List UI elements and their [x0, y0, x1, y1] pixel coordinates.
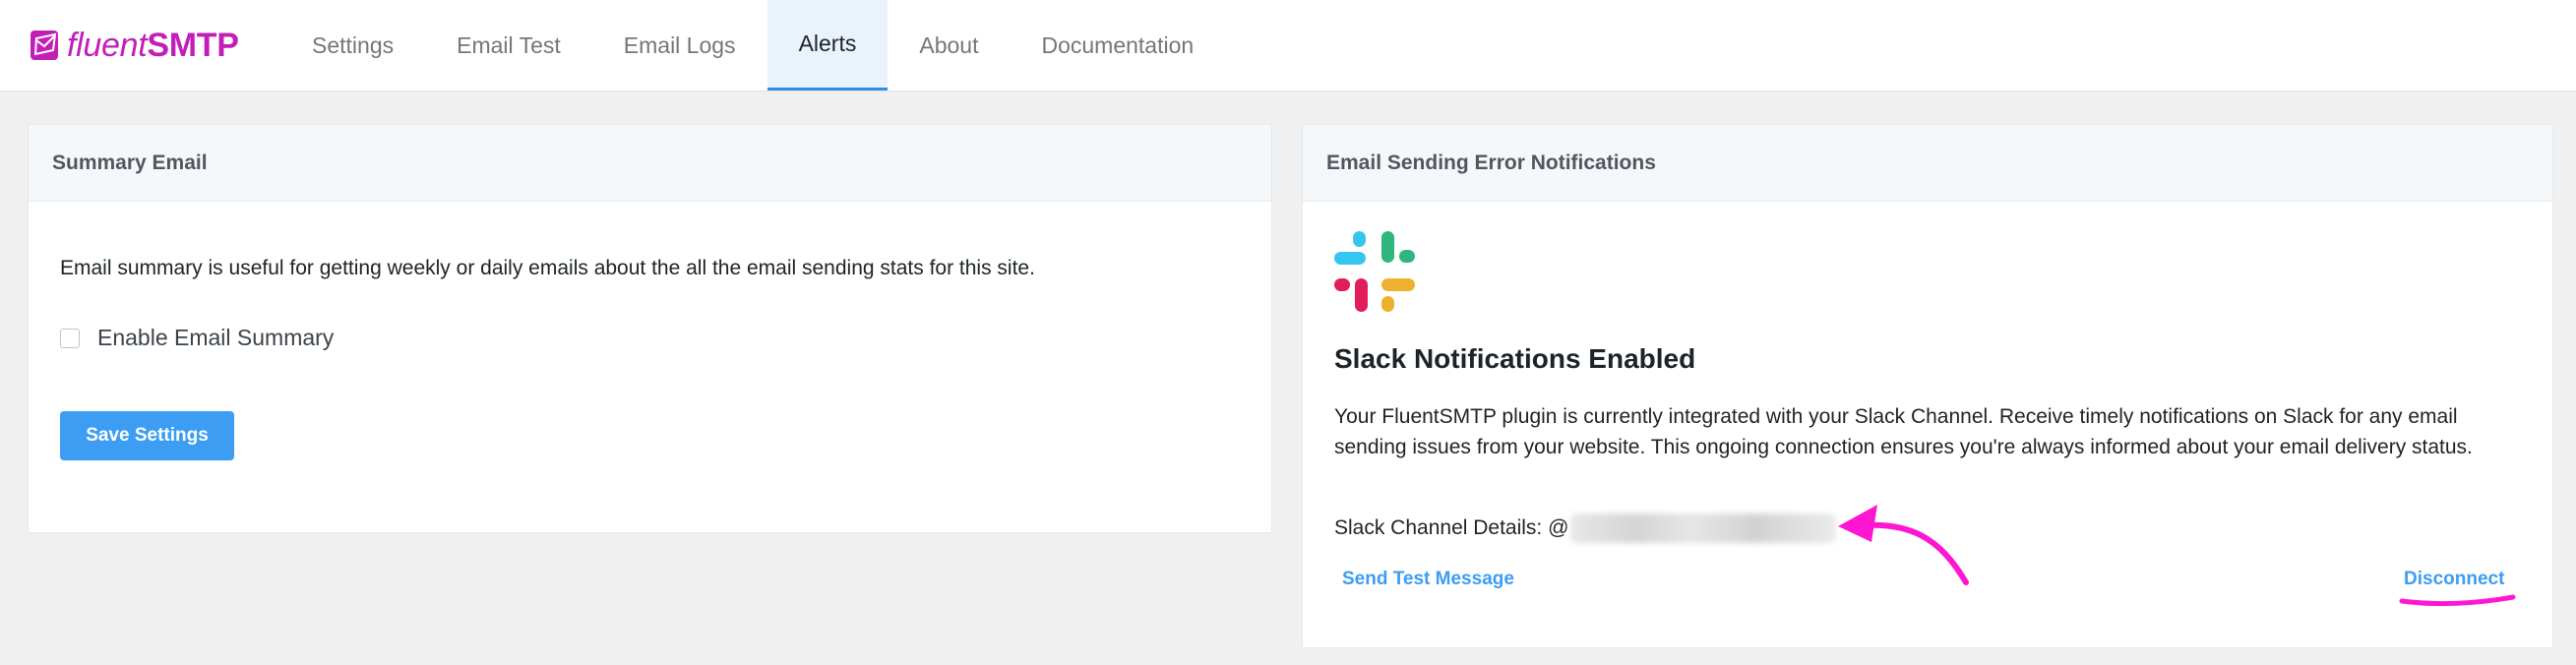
channel-details-label: Slack Channel Details: @ — [1334, 516, 1569, 539]
enable-summary-label[interactable]: Enable Email Summary — [97, 325, 334, 351]
redacted-channel-name — [1570, 514, 1837, 543]
tab-email-logs[interactable]: Email Logs — [592, 0, 767, 91]
brand-name: fluentSMTP — [67, 27, 239, 64]
summary-email-panel: Summary Email Email summary is useful fo… — [28, 124, 1272, 533]
save-settings-button[interactable]: Save Settings — [60, 411, 234, 460]
slack-status-heading: Slack Notifications Enabled — [1334, 343, 1696, 374]
slack-logo-icon — [1334, 231, 1415, 312]
tab-bar: Settings Email Test Email Logs Alerts Ab… — [280, 0, 1225, 91]
enable-summary-row[interactable]: Enable Email Summary — [60, 325, 334, 351]
envelope-logo-icon — [31, 30, 58, 60]
tab-documentation[interactable]: Documentation — [1010, 0, 1225, 91]
summary-description: Email summary is useful for getting week… — [60, 257, 1035, 279]
summary-panel-title: Summary Email — [29, 125, 1271, 202]
tab-alerts[interactable]: Alerts — [767, 0, 889, 91]
error-notifications-panel: Email Sending Error Notifications Slack … — [1302, 124, 2553, 648]
send-test-message-link[interactable]: Send Test Message — [1342, 569, 1514, 590]
tab-email-test[interactable]: Email Test — [425, 0, 592, 91]
tab-about[interactable]: About — [888, 0, 1010, 91]
disconnect-link[interactable]: Disconnect — [2404, 569, 2504, 590]
error-panel-title: Email Sending Error Notifications — [1303, 125, 2552, 202]
tab-settings[interactable]: Settings — [280, 0, 425, 91]
brand-logo[interactable]: fluentSMTP — [0, 0, 280, 91]
slack-description: Your FluentSMTP plugin is currently inte… — [1334, 405, 2473, 458]
top-navigation: fluentSMTP Settings Email Test Email Log… — [0, 0, 2576, 91]
slack-channel-details: Slack Channel Details: @ — [1334, 514, 1837, 543]
enable-summary-checkbox[interactable] — [60, 328, 80, 348]
